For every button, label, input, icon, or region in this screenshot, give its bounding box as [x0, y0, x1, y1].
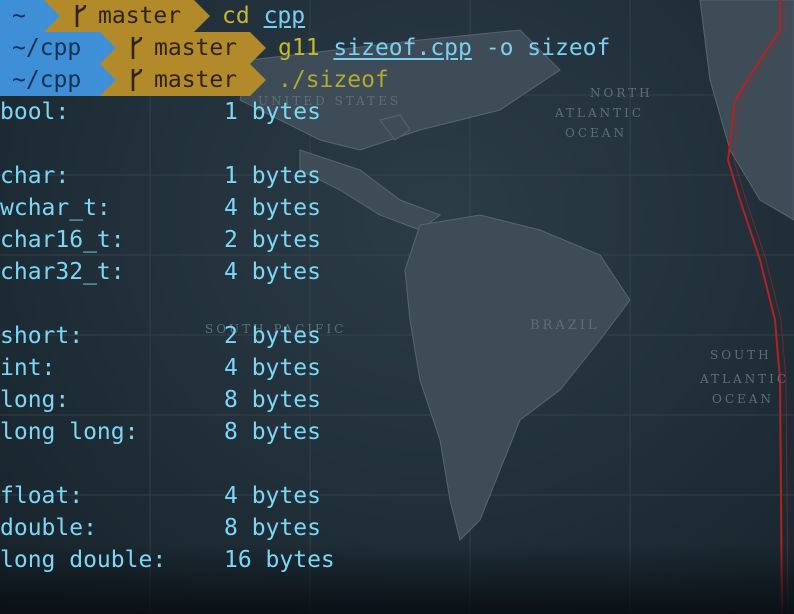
output-row: char: 1 bytes — [0, 160, 794, 192]
command-text: ./sizeof — [250, 64, 389, 96]
prompt-dir-segment: ~/cpp — [0, 32, 116, 64]
type-name: bool: — [0, 99, 70, 125]
type-name: char32_t: — [0, 259, 125, 285]
prompt-dir: ~/cpp — [12, 67, 82, 93]
output-row-blank — [0, 448, 794, 480]
prompt-git-segment: master — [44, 0, 210, 32]
powerline-arrow-icon — [100, 64, 116, 96]
type-name: short: — [0, 323, 84, 349]
powerline-arrow-icon — [194, 0, 210, 32]
output-row: short: 2 bytes — [0, 320, 794, 352]
type-name: char: — [0, 163, 70, 189]
type-size: 4 bytes — [224, 355, 321, 381]
type-size: 8 bytes — [224, 515, 321, 541]
prompt-dir: ~/cpp — [12, 35, 82, 61]
command-flags: -o sizeof — [485, 35, 611, 61]
type-size: 4 bytes — [224, 195, 321, 221]
type-size: 2 bytes — [224, 323, 321, 349]
prompt-line-2: ~/cpp master g11 sizeof.cpp -o sizeof — [0, 32, 794, 64]
output-row: long: 8 bytes — [0, 384, 794, 416]
powerline-arrow-icon — [250, 32, 266, 64]
prompt-branch: master — [154, 67, 238, 93]
type-size: 2 bytes — [224, 227, 321, 253]
type-size: 1 bytes — [224, 163, 321, 189]
prompt-branch: master — [154, 35, 238, 61]
type-name: double: — [0, 515, 97, 541]
output-row: double: 8 bytes — [0, 512, 794, 544]
command-arg: sizeof.cpp — [333, 35, 472, 61]
type-size: 8 bytes — [224, 387, 321, 413]
prompt-dir-segment: ~/cpp — [0, 64, 116, 96]
command-name: ./sizeof — [278, 67, 389, 93]
type-size: 4 bytes — [224, 483, 321, 509]
prompt-line-1: ~ master cd cpp — [0, 0, 794, 32]
output-row: float: 4 bytes — [0, 480, 794, 512]
type-size: 8 bytes — [224, 419, 321, 445]
type-name: long long: — [0, 419, 139, 445]
output-row-blank — [0, 128, 794, 160]
prompt-branch: master — [98, 3, 182, 29]
git-branch-icon — [75, 4, 87, 27]
prompt-git-segment: master — [100, 32, 266, 64]
git-branch-icon — [131, 36, 143, 59]
type-name: char16_t: — [0, 227, 125, 253]
command-text: g11 sizeof.cpp -o sizeof — [250, 32, 610, 64]
output-row: long double: 16 bytes — [0, 544, 794, 576]
output-row: char32_t: 4 bytes — [0, 256, 794, 288]
git-branch-icon — [131, 68, 143, 91]
prompt-dir: ~ — [12, 3, 26, 29]
type-size: 4 bytes — [224, 259, 321, 285]
powerline-arrow-icon — [100, 32, 116, 64]
type-name: float: — [0, 483, 84, 509]
powerline-arrow-icon — [250, 64, 266, 96]
output-row-blank — [0, 288, 794, 320]
command-arg: cpp — [263, 3, 306, 29]
output-row: bool: 1 bytes — [0, 96, 794, 128]
prompt-dir-segment: ~ — [0, 0, 60, 32]
prompt-git-segment: master — [100, 64, 266, 96]
output-row: char16_t: 2 bytes — [0, 224, 794, 256]
type-size: 16 bytes — [224, 547, 335, 573]
terminal-window[interactable]: ~ master cd cpp ~/cpp master g11 sizeof.… — [0, 0, 794, 576]
program-output: bool: 1 bytes char: 1 bytes wchar_t: 4 byte… — [0, 96, 794, 576]
type-name: long double: — [0, 547, 167, 573]
command-text: cd cpp — [194, 0, 305, 32]
powerline-arrow-icon — [44, 0, 60, 32]
output-row: wchar_t: 4 bytes — [0, 192, 794, 224]
type-name: wchar_t: — [0, 195, 111, 221]
type-size: 1 bytes — [224, 99, 321, 125]
prompt-line-3: ~/cpp master ./sizeof — [0, 64, 794, 96]
type-name: int: — [0, 355, 56, 381]
command-name: cd — [222, 3, 250, 29]
type-name: long: — [0, 387, 70, 413]
output-row: int: 4 bytes — [0, 352, 794, 384]
command-name: g11 — [278, 35, 320, 61]
output-row: long long: 8 bytes — [0, 416, 794, 448]
